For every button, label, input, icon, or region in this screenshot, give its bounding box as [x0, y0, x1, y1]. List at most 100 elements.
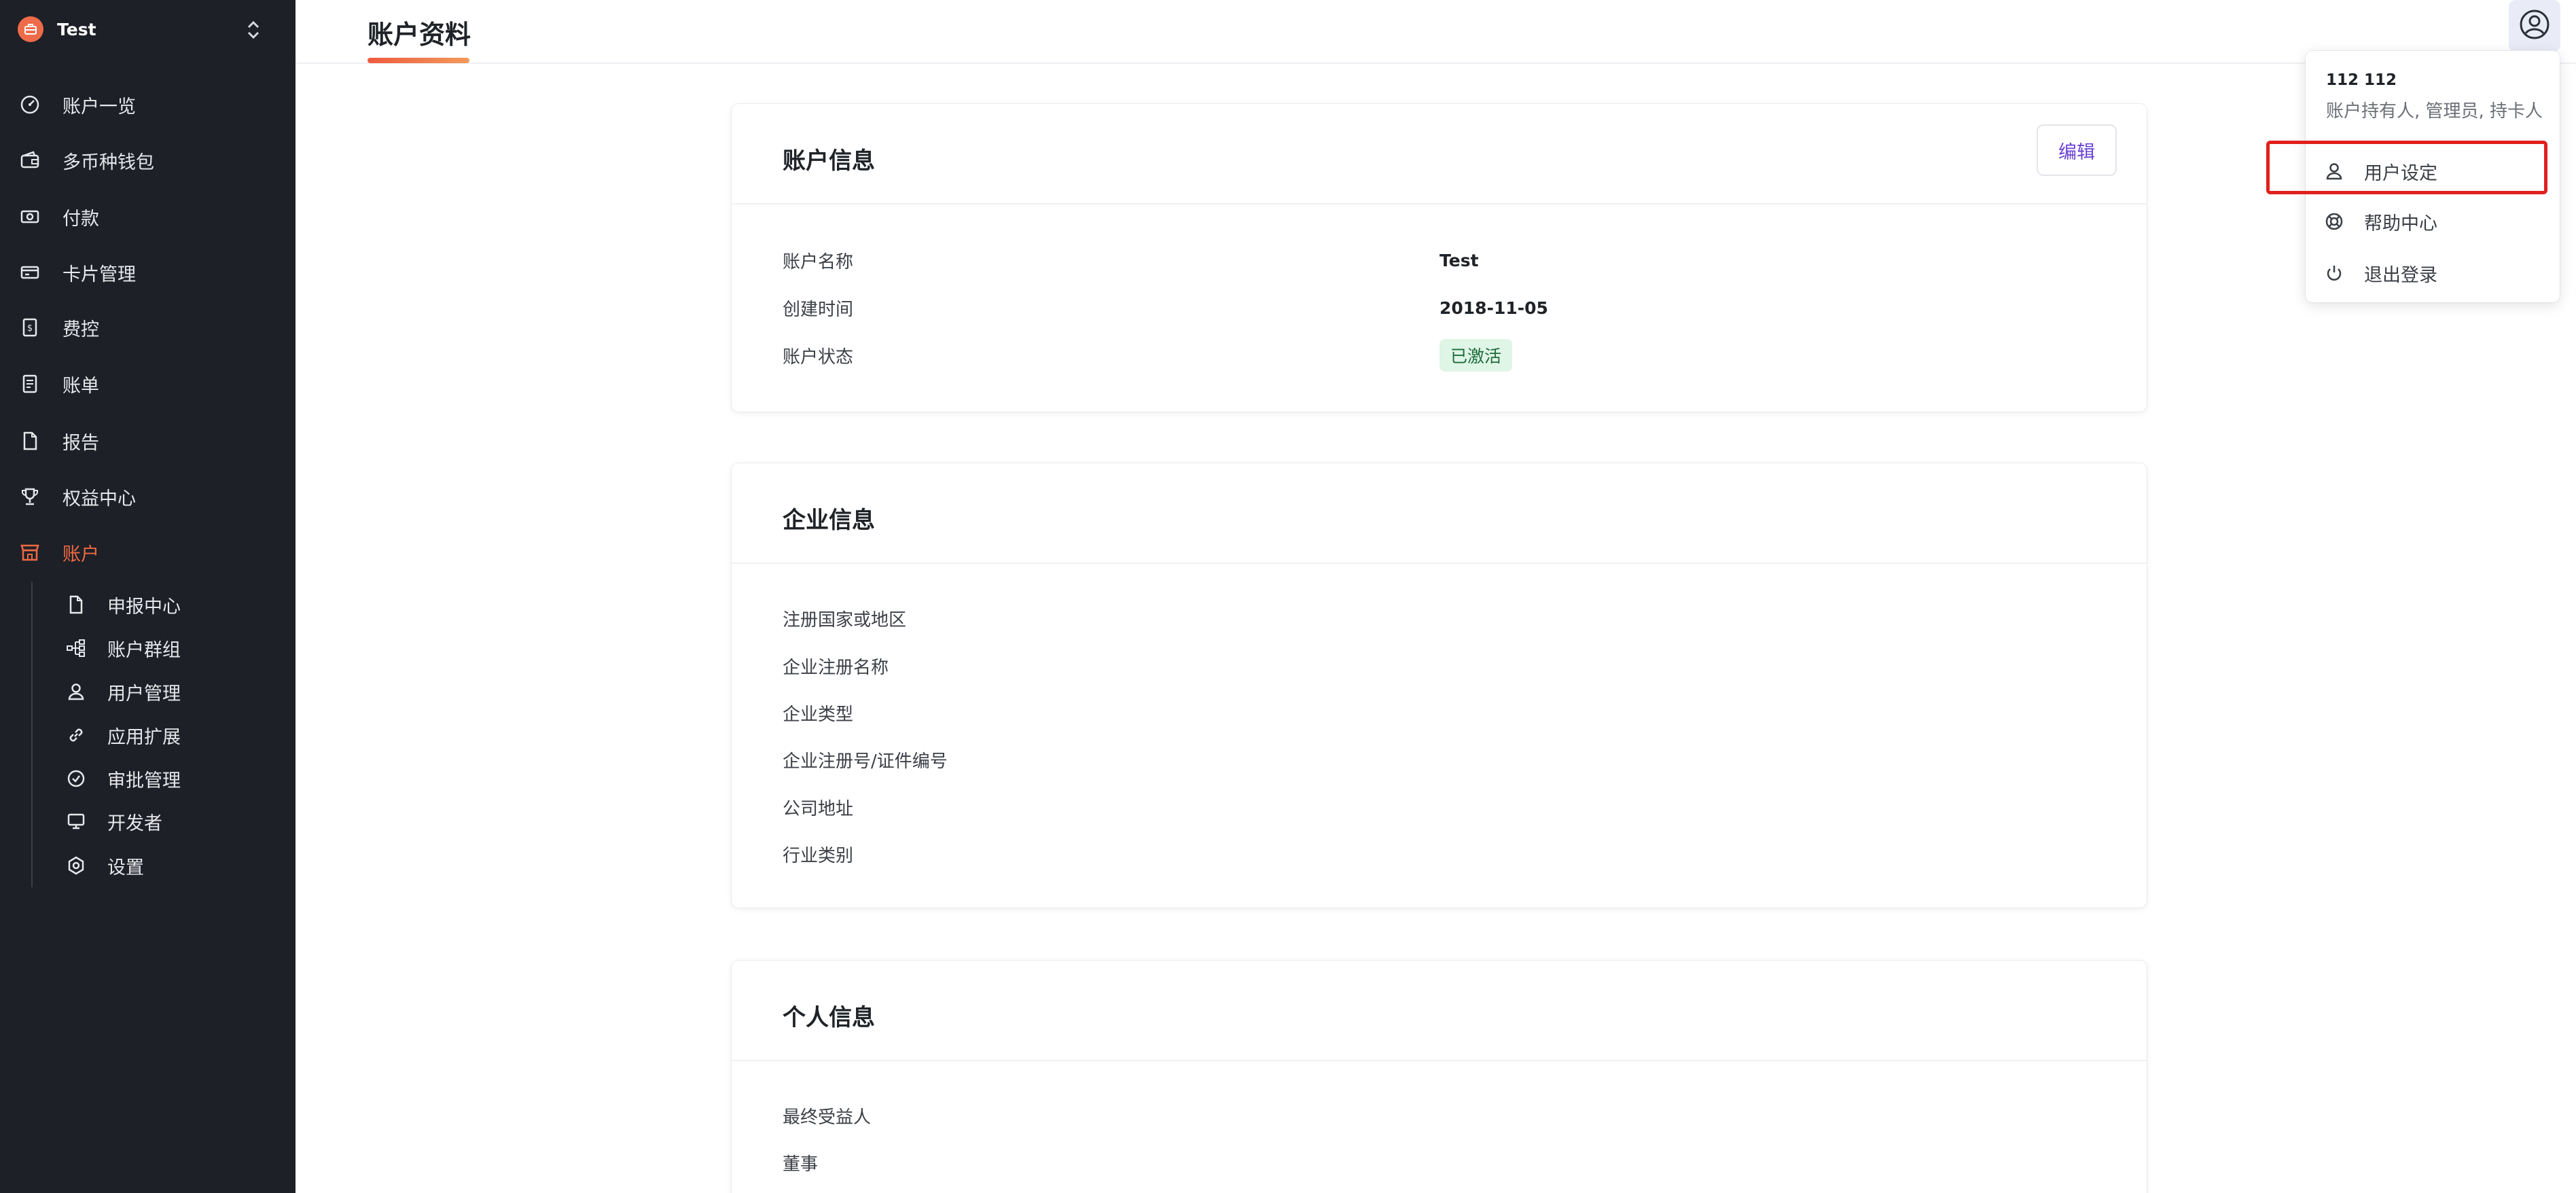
org-logo-icon	[18, 16, 43, 42]
card-header: 个人信息	[732, 961, 2147, 1061]
monitor-icon	[65, 811, 87, 832]
sidebar-item-report[interactable]: 报告	[19, 422, 277, 460]
bill-icon	[19, 373, 41, 395]
trophy-icon	[19, 486, 41, 508]
sidebar-item-payment[interactable]: 付款	[19, 198, 277, 236]
sidebar-item-expense[interactable]: $ 费控	[19, 308, 277, 346]
dashboard-icon	[19, 94, 41, 115]
highlight-annotation	[2266, 141, 2547, 194]
user-circle-icon	[2519, 9, 2550, 43]
sidebar-item-label: 多币种钱包	[62, 152, 154, 173]
sidebar-subitem-apps[interactable]: 应用扩展	[65, 716, 269, 754]
info-row: 创建时间 2018-11-05	[783, 294, 2114, 321]
info-row: 注册国家或地区	[783, 605, 2114, 632]
sidebar-subitem-label: 账户群组	[107, 639, 181, 661]
edit-button[interactable]: 编辑	[2037, 124, 2117, 176]
info-row: 企业注册号/证件编号	[783, 746, 2114, 773]
power-icon	[2323, 262, 2345, 284]
sidebar-subitem-groups[interactable]: 账户群组	[65, 629, 269, 667]
sidebar-subitem-label: 应用扩展	[107, 726, 181, 748]
sidebar-item-bill[interactable]: 账单	[19, 365, 277, 403]
lifebuoy-icon	[2323, 211, 2345, 232]
sidebar-subitem-users[interactable]: 用户管理	[65, 673, 269, 711]
row-label: 董事	[783, 1154, 819, 1175]
sidebar-item-label: 账户一览	[62, 96, 136, 118]
sidebar-item-account[interactable]: 账户	[19, 533, 277, 571]
row-label: 账户名称	[783, 251, 854, 272]
status-badge: 已激活	[1439, 339, 1513, 372]
card-title: 个人信息	[783, 1004, 875, 1031]
card-title: 账户信息	[783, 147, 875, 175]
sidebar-subitem-settings[interactable]: 设置	[65, 847, 269, 885]
user-avatar-button[interactable]	[2509, 0, 2560, 52]
sidebar-item-label: 账户	[62, 544, 99, 565]
row-label: 创建时间	[783, 299, 854, 320]
sidebar-item-label: 付款	[62, 208, 99, 230]
group-icon	[65, 637, 87, 659]
row-value: Test	[1439, 250, 1479, 270]
sidebar-item-overview[interactable]: 账户一览	[19, 86, 277, 124]
info-row: 董事	[783, 1149, 2114, 1176]
page-title: 账户资料	[368, 20, 471, 50]
check-circle-icon	[65, 768, 87, 789]
wallet-icon	[19, 149, 41, 171]
sidebar-subitem-approval[interactable]: 审批管理	[65, 760, 269, 798]
sidebar-subitem-label: 开发者	[107, 813, 162, 834]
row-label: 企业类型	[783, 704, 854, 725]
sidebar-item-label: 卡片管理	[62, 264, 136, 285]
info-row: 行业类别	[783, 840, 2114, 868]
company-info-card: 企业信息 注册国家或地区 企业注册名称 企业类型 企业注册号/证件编号 公司地址…	[732, 463, 2147, 908]
info-row: 企业类型	[783, 699, 2114, 726]
row-label: 账户状态	[783, 346, 854, 368]
personal-info-card: 个人信息 最终受益人 董事	[732, 961, 2147, 1193]
link-icon	[65, 724, 87, 746]
page-header: 账户资料	[296, 0, 2576, 64]
sidebar-item-wallet[interactable]: 多币种钱包	[19, 141, 277, 179]
info-row: 账户名称 Test	[783, 247, 2114, 274]
card-icon	[19, 262, 41, 283]
svg-text:$: $	[27, 323, 33, 334]
sidebar-item-label: 账单	[62, 375, 99, 397]
row-label: 行业类别	[783, 845, 854, 866]
report-icon	[19, 430, 41, 452]
sidebar-item-cards[interactable]: 卡片管理	[19, 253, 277, 291]
org-name: Test	[57, 19, 96, 39]
sidebar-item-label: 权益中心	[62, 488, 136, 510]
sidebar-subitem-label: 用户管理	[107, 683, 181, 705]
store-icon	[19, 541, 41, 563]
info-row: 企业注册名称	[783, 652, 2114, 679]
sidebar-subitem-label: 申报中心	[107, 596, 181, 618]
org-switcher[interactable]: Test	[18, 16, 262, 43]
user-roles: 账户持有人, 管理员, 持卡人	[2326, 101, 2543, 122]
row-label: 最终受益人	[783, 1107, 872, 1128]
sidebar-item-label: 费控	[62, 319, 99, 340]
sidebar: Test 账户一览 多币种钱包 付款 卡片管理 $ 费控 账单 报告 权益中心 …	[0, 0, 296, 1193]
card-title: 企业信息	[783, 507, 875, 534]
row-label: 企业注册名称	[783, 657, 889, 678]
subnav-divider	[31, 582, 33, 887]
gear-icon	[65, 855, 87, 876]
chevron-updown-icon[interactable]	[245, 20, 262, 40]
account-info-card: 账户信息 编辑 账户名称 Test 创建时间 2018-11-05 账户状态 已…	[732, 104, 2147, 412]
info-row: 最终受益人	[783, 1102, 2114, 1129]
sidebar-item-label: 报告	[62, 432, 99, 454]
sidebar-item-rewards[interactable]: 权益中心	[19, 478, 277, 516]
menu-item-label: 帮助中心	[2364, 213, 2437, 234]
card-header: 企业信息	[732, 463, 2147, 564]
user-icon	[65, 681, 87, 702]
menu-item-help-center[interactable]: 帮助中心	[2323, 202, 2541, 241]
menu-item-label: 退出登录	[2364, 264, 2437, 286]
sidebar-subitem-label: 审批管理	[107, 770, 181, 791]
row-label: 公司地址	[783, 798, 854, 819]
expense-icon: $	[19, 317, 41, 338]
card-header: 账户信息 编辑	[732, 104, 2147, 204]
row-value: 2018-11-05	[1439, 298, 1548, 318]
sidebar-subitem-developer[interactable]: 开发者	[65, 802, 269, 840]
info-row: 账户状态 已激活	[783, 339, 2114, 372]
sidebar-subitem-filing[interactable]: 申报中心	[65, 586, 269, 624]
document-icon	[65, 594, 87, 616]
payment-icon	[19, 206, 41, 228]
sidebar-subitem-label: 设置	[107, 857, 144, 878]
menu-item-logout[interactable]: 退出登录	[2323, 254, 2541, 292]
row-label: 注册国家或地区	[783, 609, 907, 630]
